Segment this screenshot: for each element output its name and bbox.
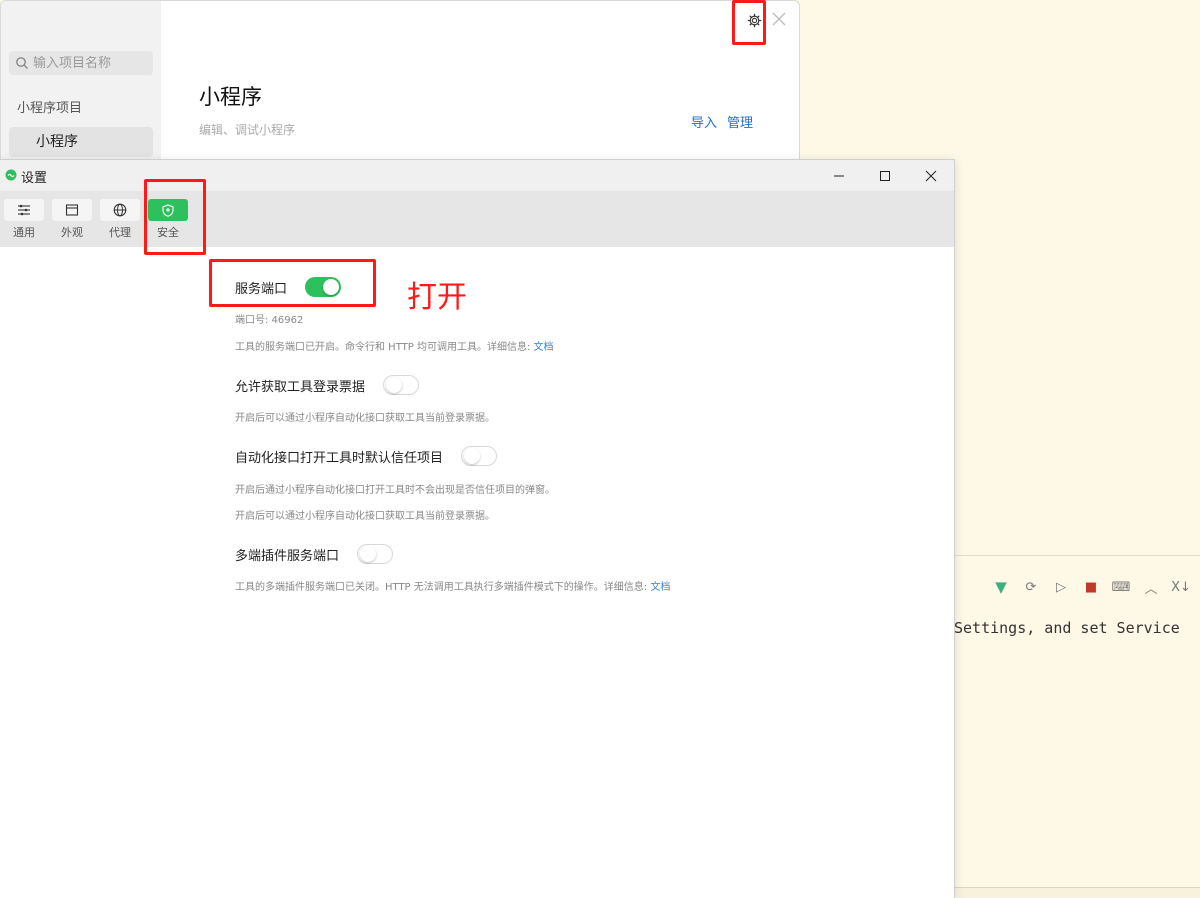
settings-tabbar: 通用 外观 代理 安全 [0,191,954,247]
login-ticket-label: 允许获取工具登录票据 [235,379,366,395]
login-ticket-toggle[interactable] [383,375,420,395]
project-search[interactable] [9,51,153,75]
chevron-up-icon[interactable]: ︿ [1140,576,1162,598]
page-subtitle: 编辑、调试小程序 [199,123,296,137]
close-button[interactable] [769,9,789,29]
tab-security[interactable]: 安全 [148,199,188,240]
close-icon [925,170,937,181]
search-input[interactable] [33,55,151,71]
tab-label: 代理 [109,226,131,239]
project-window: 小程序项目 小程序 小程序 编辑、调试小程序 导入 管理 [0,0,800,160]
refresh-icon[interactable]: ⟳ [1020,576,1042,598]
list-icon [18,204,30,216]
settings-window: 设置 通用 外观 代理 安全 [0,159,955,898]
close-window-button[interactable] [908,160,954,191]
sidebar-item-miniprogram[interactable]: 小程序 [9,127,153,157]
page-title: 小程序 [199,85,262,109]
multi-plugin-row: 多端插件服务端口 [235,544,394,564]
editor-toolbar: ▼ ⟳ ▷ ■ ⌨ ︿ X↓ [990,576,1192,598]
search-icon [16,57,28,69]
settings-button[interactable] [743,9,765,31]
multi-plugin-desc: 工具的多端插件服务端口已关闭。HTTP 无法调用工具执行多端插件模式下的操作。详… [235,578,670,593]
sidebar-section-title: 小程序项目 [17,101,83,116]
auto-trust-toggle[interactable] [461,446,498,466]
terminal-icon[interactable]: ⌨ [1110,576,1132,598]
service-port-label: 服务端口 [235,281,288,297]
window-icon [65,204,79,216]
login-ticket-row: 允许获取工具登录票据 [235,375,420,395]
service-port-doc-link[interactable]: 文档 [534,342,554,353]
service-port-row: 服务端口 [235,277,342,297]
close-panel-icon[interactable]: X↓ [1170,576,1192,598]
minimize-icon [834,175,844,176]
auto-trust-row: 自动化接口打开工具时默认信任项目 [235,446,498,466]
auto-trust-desc-2: 开启后可以通过小程序自动化接口获取工具当前登录票据。 [235,511,495,522]
globe-icon [113,203,127,217]
auto-trust-label: 自动化接口打开工具时默认信任项目 [235,450,444,466]
auto-trust-desc-1: 开启后通过小程序自动化接口打开工具时不会出现是否信任项目的弹窗。 [235,485,555,496]
manage-link[interactable]: 管理 [727,112,753,131]
settings-titlebar: 设置 [0,160,954,191]
minimize-button[interactable] [816,160,862,191]
multi-plugin-doc-link[interactable]: 文档 [650,582,670,593]
tab-proxy[interactable]: 代理 [100,199,140,240]
tab-appearance[interactable]: 外观 [52,199,92,240]
maximize-icon [880,170,890,181]
editor-divider [954,555,1200,556]
multi-plugin-toggle[interactable] [357,544,394,564]
gear-icon [747,13,761,27]
tab-label: 外观 [61,226,83,239]
annotation-open: 打开 [407,280,467,315]
editor-statusbar [954,887,1200,898]
project-sidebar: 小程序项目 小程序 [1,1,161,159]
shield-icon [162,203,174,217]
window-title: 设置 [21,171,48,186]
tab-general[interactable]: 通用 [4,199,44,240]
maximize-button[interactable] [862,160,908,191]
multi-plugin-label: 多端插件服务端口 [235,548,340,564]
editor-text: Settings, and set Service [954,619,1180,637]
login-ticket-desc: 开启后可以通过小程序自动化接口获取工具当前登录票据。 [235,413,495,424]
project-actions: 导入 管理 [691,112,753,131]
stop-icon[interactable]: ■ [1080,576,1102,598]
service-port-number: 端口号: 46962 [235,315,304,326]
multi-plugin-desc-text: 工具的多端插件服务端口已关闭。HTTP 无法调用工具执行多端插件模式下的操作。详… [235,582,648,593]
service-port-desc: 工具的服务端口已开启。命令行和 HTTP 均可调用工具。详细信息: 文档 [235,338,554,353]
tab-label: 通用 [13,226,35,239]
app-logo-icon [5,169,17,181]
run-icon[interactable]: ▷ [1050,576,1072,598]
tab-label: 安全 [157,226,179,239]
vue-icon[interactable]: ▼ [990,576,1012,598]
service-port-toggle[interactable] [305,277,342,297]
service-port-desc-text: 工具的服务端口已开启。命令行和 HTTP 均可调用工具。详细信息: [235,342,531,353]
close-icon [772,12,786,26]
import-link[interactable]: 导入 [691,112,717,131]
